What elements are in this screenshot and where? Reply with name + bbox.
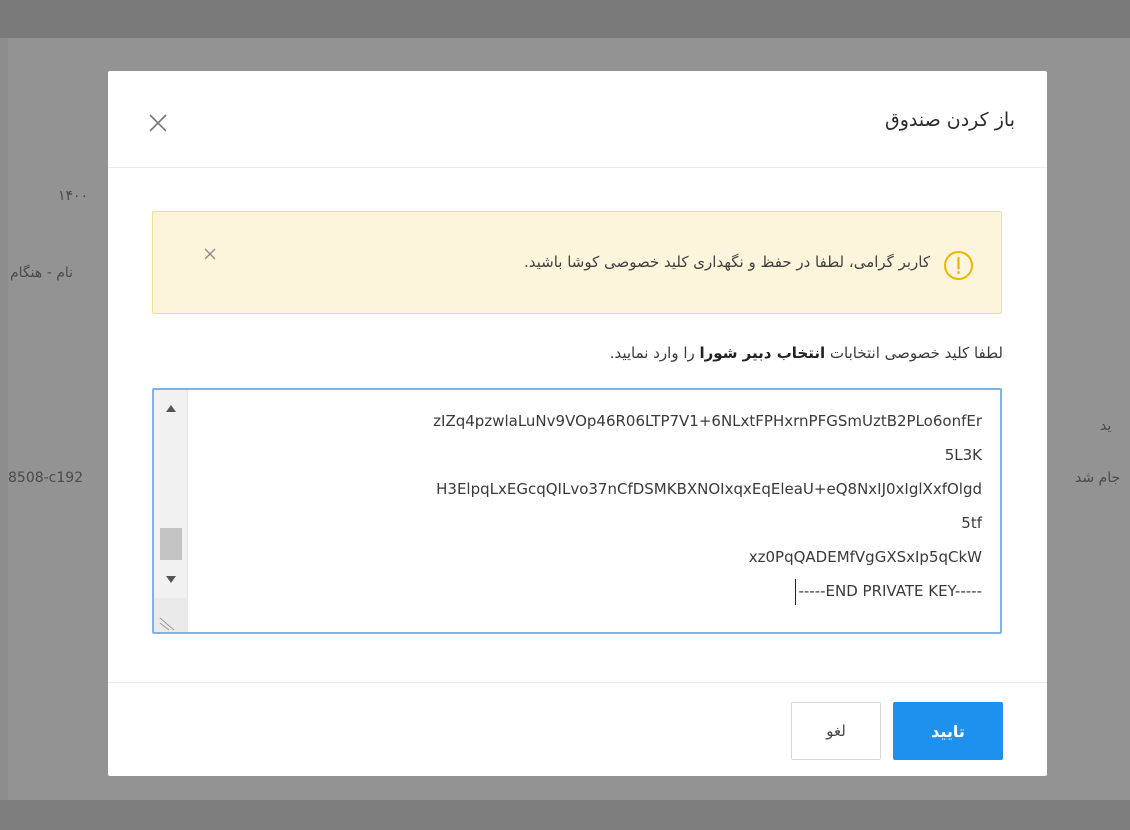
instruction-suffix: را وارد نمایید. <box>609 344 695 362</box>
background-text: 8508-c192 <box>8 470 84 486</box>
scroll-down-icon[interactable] <box>163 570 179 583</box>
key-line: 5tf <box>961 514 982 532</box>
key-line-end: -----END PRIVATE KEY----- <box>194 574 982 608</box>
background-text: نام - هنگام <box>10 265 74 281</box>
warning-icon <box>943 250 974 281</box>
instruction-text: لطفا کلید خصوصی انتخابات انتخاب دبیر شور… <box>610 344 1003 362</box>
open-ballot-box-modal: باز کردن صندوق کاربر گرامی، لطفا در حفظ … <box>108 71 1047 776</box>
key-line: xz0PqQADEMfVgGXSxIp5qCkW <box>748 548 982 566</box>
key-end-marker: -----END PRIVATE KEY----- <box>798 582 982 600</box>
instruction-prefix: لطفا کلید خصوصی انتخابات <box>829 344 1003 362</box>
background-text: ۱۴۰۰ <box>58 188 89 204</box>
private-key-textarea[interactable]: zIZq4pzwlaLuNv9VOp46R06LTP7V1+6NLxtFPHxr… <box>152 388 1002 634</box>
background-text: ید <box>1100 418 1112 434</box>
modal-title: باز کردن صندوق <box>884 109 1015 131</box>
textarea-scrollbar[interactable] <box>154 390 188 632</box>
election-name: انتخاب دبیر شورا <box>699 344 826 362</box>
modal-header: باز کردن صندوق <box>108 71 1047 168</box>
private-key-content[interactable]: zIZq4pzwlaLuNv9VOp46R06LTP7V1+6NLxtFPHxr… <box>194 404 982 608</box>
alert-message: کاربر گرامی، لطفا در حفظ و نگهداری کلید … <box>523 253 930 271</box>
modal-footer: تایید لغو <box>108 682 1047 776</box>
text-caret <box>795 578 797 605</box>
cancel-button[interactable]: لغو <box>791 702 881 760</box>
key-line: H3ElpqLxEGcqQILvo37nCfDSMKBXNOIxqxEqElea… <box>436 480 982 498</box>
key-line: zIZq4pzwlaLuNv9VOp46R06LTP7V1+6NLxtFPHxr… <box>433 412 982 430</box>
background-text: جام شد <box>1075 470 1121 486</box>
confirm-button[interactable]: تایید <box>893 702 1003 760</box>
scroll-up-icon[interactable] <box>163 400 179 412</box>
close-icon[interactable] <box>146 111 170 135</box>
scrollbar-thumb[interactable] <box>160 528 182 560</box>
key-line: 5L3K <box>944 446 982 464</box>
alert-close-icon[interactable] <box>201 245 219 263</box>
resize-grip-icon[interactable] <box>154 598 188 632</box>
warning-alert: کاربر گرامی، لطفا در حفظ و نگهداری کلید … <box>152 211 1002 314</box>
background-header <box>0 0 1130 38</box>
background-footer <box>0 800 1130 830</box>
